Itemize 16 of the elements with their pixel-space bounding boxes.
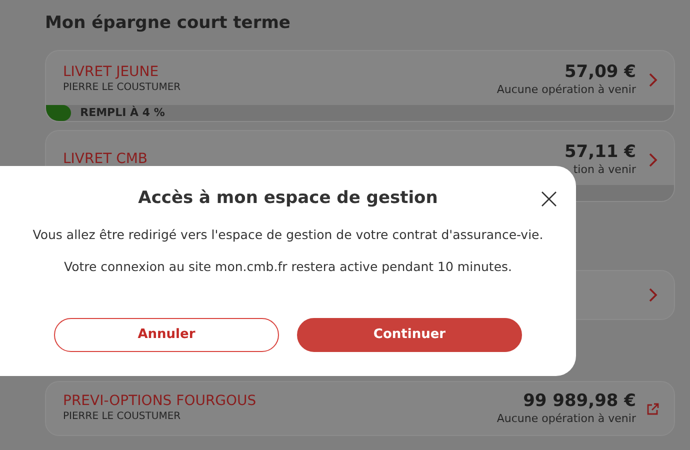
- section-title: Mon épargne court terme: [45, 12, 292, 35]
- account-status: Aucune opération à venir: [496, 82, 636, 97]
- account-balance: 57,09 €: [563, 62, 636, 82]
- account-status: tion à venir: [572, 162, 636, 177]
- account-holder: PIERRE LE COUSTUMER: [63, 410, 182, 424]
- account-balance: 99 989,98 €: [522, 391, 636, 411]
- dialog-message: Vous allez être redirigé vers l'espace de gestion de votre contrat d'assurance-vie.: [32, 226, 544, 244]
- account-balance: 57,11 €: [564, 142, 636, 162]
- dialog-title: Accès à mon espace de gestion: [137, 187, 439, 210]
- progress-label: REMPLI À 4 %: [80, 104, 165, 121]
- dialog-message: Votre connexion au site mon.cmb.fr restera active pendant 10 minutes.: [63, 258, 513, 276]
- account-name: LIVRET CMB: [63, 151, 149, 168]
- account-holder: PIERRE LE COUSTUMER: [63, 81, 182, 95]
- account-name: LIVRET JEUNE: [63, 64, 160, 81]
- account-name: PREVI-OPTIONS FOURGOUS: [63, 393, 258, 410]
- account-status: Aucune opération à venir: [496, 411, 636, 426]
